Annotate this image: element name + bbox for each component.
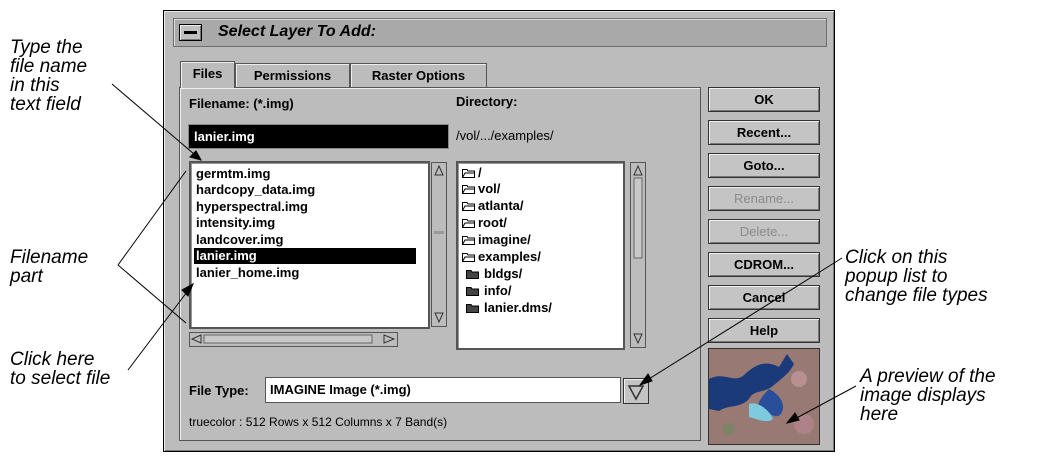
file-list-horizontal-scrollbar[interactable] [189, 332, 398, 347]
list-item[interactable]: germtm.img [194, 166, 270, 182]
closed-folder-icon [466, 270, 479, 279]
image-preview [708, 348, 820, 445]
list-item[interactable]: intensity.img [194, 215, 275, 231]
help-button[interactable]: Help [708, 318, 820, 343]
directory-item[interactable]: bldgs/ [484, 266, 522, 282]
open-folder-icon [462, 185, 475, 194]
directory-item[interactable]: lanier.dms/ [484, 300, 552, 316]
cancel-button[interactable]: Cancel [708, 285, 820, 310]
list-item[interactable]: landcover.img [194, 232, 283, 248]
cdrom-button[interactable]: CDROM... [708, 252, 820, 277]
image-info-status: truecolor : 512 Rows x 512 Columns x 7 B… [189, 415, 448, 429]
callout-click-select: Click here to select file [10, 349, 111, 389]
list-item[interactable]: hardcopy_data.img [194, 182, 315, 198]
closed-folder-icon [466, 304, 479, 313]
rename-button[interactable]: Rename... [708, 186, 820, 211]
directory-item[interactable]: info/ [484, 283, 511, 299]
tab-raster-options[interactable]: Raster Options [350, 63, 487, 88]
callout-preview: A preview of the image displays here [860, 366, 996, 425]
list-item-selected[interactable]: lanier.img [194, 248, 416, 264]
open-folder-icon [462, 169, 475, 178]
filename-field[interactable]: lanier.img [189, 125, 448, 148]
ok-button[interactable]: OK [708, 87, 820, 112]
hscroll-arrows-icon [190, 334, 396, 344]
callout-popup-list: Click on this popup list to change file … [845, 247, 988, 306]
recent-button[interactable]: Recent... [708, 120, 820, 145]
files-panel: Filename: (*.img) Directory: lanier.img … [179, 87, 701, 441]
window-menu-button[interactable] [179, 24, 202, 41]
directory-list-vertical-scrollbar[interactable] [630, 162, 646, 348]
title-bar: Select Layer To Add: [173, 18, 827, 47]
tab-permissions[interactable]: Permissions [235, 63, 350, 88]
open-folder-icon [462, 236, 475, 245]
list-item[interactable]: hyperspectral.img [194, 199, 308, 215]
list-item[interactable]: lanier_home.img [194, 265, 299, 281]
open-folder-icon [462, 219, 475, 228]
select-layer-dialog: Select Layer To Add: Files Permissions R… [163, 10, 835, 452]
open-folder-icon [462, 202, 475, 211]
filename-label: Filename: (*.img) [189, 96, 294, 111]
directory-item[interactable]: root/ [478, 215, 507, 231]
directory-path: /vol/.../examples/ [456, 128, 554, 143]
directory-item[interactable]: imagine/ [478, 232, 531, 248]
satellite-preview-thumbnail [709, 349, 819, 444]
directory-label: Directory: [456, 94, 518, 109]
callout-type-filename: Type the file name in this text field [10, 37, 88, 115]
file-list[interactable]: germtm.img hardcopy_data.img hyperspectr… [189, 161, 430, 329]
delete-button[interactable]: Delete... [708, 219, 820, 244]
goto-button[interactable]: Goto... [708, 153, 820, 178]
directory-list[interactable]: / vol/ atlanta/ root/ imagine/ examples/… [456, 161, 625, 350]
callout-filename-part: Filename part [10, 247, 89, 287]
directory-item[interactable]: / [478, 165, 482, 181]
open-folder-icon [462, 253, 475, 262]
directory-item[interactable]: examples/ [478, 249, 541, 265]
directory-item[interactable]: atlanta/ [478, 198, 524, 214]
file-type-label: File Type: [189, 383, 249, 398]
closed-folder-icon [466, 287, 479, 296]
chevron-down-icon [627, 385, 645, 401]
dir-scroll-arrows-icon [633, 164, 643, 345]
file-list-vertical-scrollbar[interactable] [431, 162, 447, 327]
file-type-field[interactable]: IMAGINE Image (*.img) [265, 377, 621, 403]
dialog-title: Select Layer To Add: [218, 23, 376, 40]
tab-files[interactable]: Files [180, 61, 235, 88]
directory-item[interactable]: vol/ [478, 181, 500, 197]
file-type-popup-button[interactable] [623, 378, 649, 404]
file-scroll-arrows-icon [434, 164, 444, 324]
